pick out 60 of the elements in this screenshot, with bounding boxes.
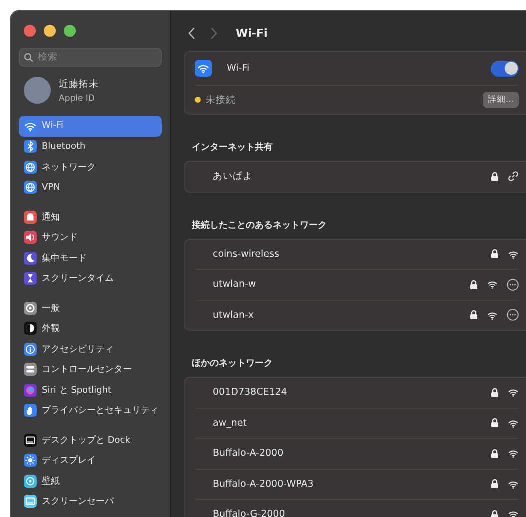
search-field[interactable]: 検索 [19,48,162,67]
sidebar-item[interactable]: 一般 [19,298,162,318]
details-button[interactable]: 詳細... [482,92,519,108]
wifi-signal-icon [487,310,498,321]
close-button[interactable] [24,25,36,37]
section-title: ほかのネットワーク [192,358,274,370]
wifi-label: Wi-Fi [227,63,250,74]
sidebar-item[interactable]: ディスプレイ [19,450,162,471]
network-row[interactable]: あいぱよ [195,162,519,192]
wifi-icon [195,60,212,77]
network-row[interactable]: Buffalo-A-2000 [195,438,519,468]
network-row[interactable]: Buffalo-A-2000-WPA3 [195,468,519,499]
network-row[interactable]: coins-wireless [195,240,519,269]
sidebar-item[interactable]: 壁紙 [19,471,162,492]
section-title: 接続したことのあるネットワーク [192,219,328,232]
network-name[interactable]: utwlan-w [195,279,256,290]
network-name[interactable]: coins-wireless [195,248,280,260]
more-button[interactable] [507,309,519,322]
account-name: 近藤拓未 [59,78,99,90]
sidebar-item[interactable]: コントロールセンター [19,360,162,380]
network-name[interactable]: Buffalo-A-2000 [195,448,284,460]
search-icon [24,53,34,63]
sidebar-item[interactable]: プライバシーとセキュリティ [19,400,162,421]
status-text: 未接続 [206,94,236,106]
wifi-toggle[interactable] [491,60,519,76]
sidebar-item[interactable]: ネットワーク [19,157,162,178]
network-name[interactable]: Buffalo-A-2000-WPA3 [195,478,314,490]
wifi-signal-icon [508,509,519,517]
link-icon [508,171,519,182]
network-name[interactable]: 001D738CE124 [195,387,288,398]
more-button[interactable] [507,278,519,291]
avatar[interactable] [24,77,51,104]
sidebar-item[interactable]: アクセシビリティ [19,339,162,360]
sidebar-item[interactable]: Bluetooth [19,136,162,157]
sidebar-item[interactable]: スクリーンタイム [19,268,162,289]
wifi-signal-icon [508,418,519,429]
wifi-signal-icon [508,448,519,460]
sidebar-item[interactable]: スクリーンセーバ [19,492,162,512]
sidebar-item[interactable]: Siri と Spotlight [19,380,162,400]
network-name[interactable]: utwlan-x [195,310,254,321]
sidebar-item[interactable]: VPN [19,178,162,198]
network-name[interactable]: aw_net [195,418,247,429]
back-button[interactable] [188,26,196,40]
network-row[interactable]: aw_net [195,408,519,438]
zoom-button[interactable] [64,25,76,37]
wifi-signal-icon [487,279,498,290]
sidebar-item[interactable]: 外観 [19,318,162,339]
minimize-button[interactable] [44,25,56,37]
network-name[interactable]: あいぱよ [195,170,253,184]
account-subtitle: Apple ID [59,94,96,104]
page-title: Wi-Fi [236,26,268,40]
wifi-signal-icon [508,248,519,260]
wifi-signal-icon [508,478,519,490]
section-title: インターネット共有 [192,141,274,154]
network-row[interactable]: 001D738CE124 [195,378,519,408]
sidebar-item[interactable]: 集中モード [19,248,162,268]
sidebar-item[interactable]: 通知 [19,207,162,228]
wifi-signal-icon [508,387,519,398]
sidebar-item[interactable]: サウンド [19,228,162,248]
sidebar-item[interactable]: デスクトップと Dock [19,430,162,450]
